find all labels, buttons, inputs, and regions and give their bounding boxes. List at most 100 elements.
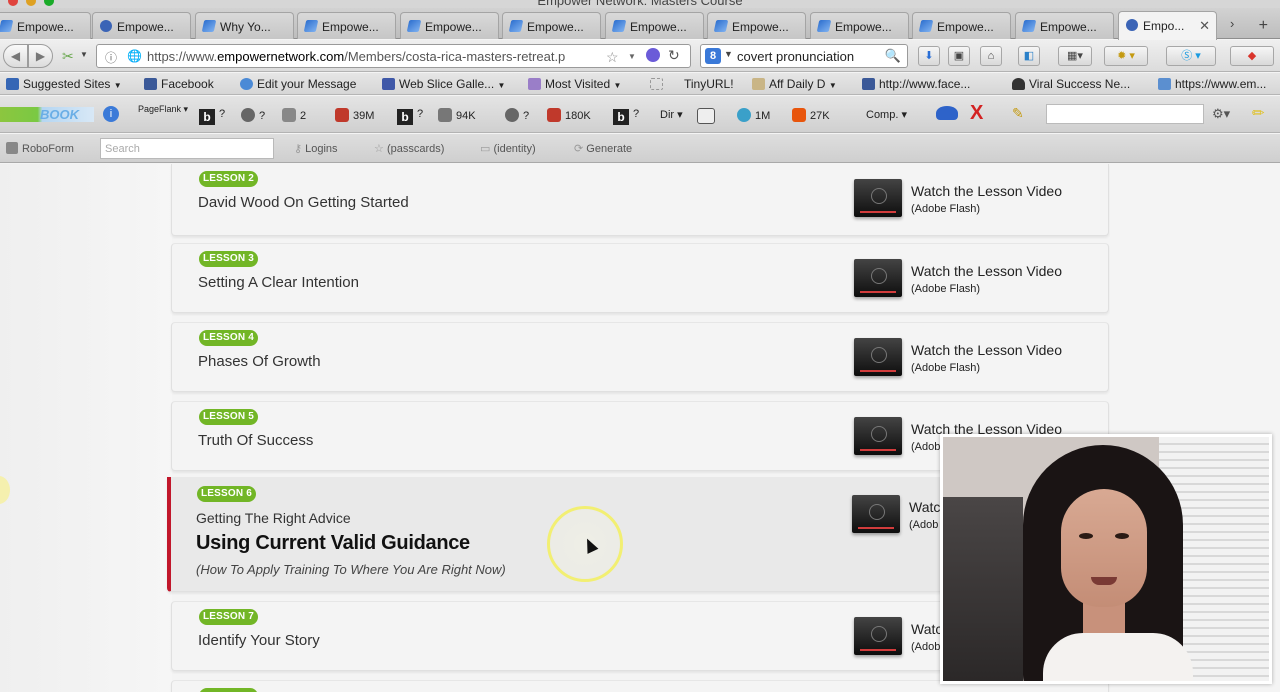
abook-logo[interactable]: BOOK [0,107,94,122]
roboform-search-input[interactable]: Search [100,138,274,159]
tab-9[interactable]: Empowe... [912,12,1011,39]
edit-icon[interactable]: ✎ [1012,105,1024,122]
forward-button[interactable]: ▶ [28,44,53,68]
back-button[interactable]: ◀ [3,44,28,68]
bookmark-aff-daily[interactable]: Aff Daily D ▼ [752,77,837,91]
video-thumbnail-icon[interactable] [854,338,902,376]
stat-compete[interactable]: 1M [737,108,770,122]
stat-alexa[interactable]: 27K [792,108,830,122]
highlighter-icon[interactable]: ✏ [1252,104,1265,122]
watch-lesson-link[interactable]: Watc [911,621,942,637]
gear-icon[interactable]: ✹ ▾ [1104,46,1148,66]
video-thumbnail-icon[interactable] [854,417,902,455]
stat-b-2[interactable]: b? [397,108,423,125]
lesson-row[interactable]: LESSON 2 David Wood On Getting Started W… [171,164,1109,236]
close-tab-icon[interactable]: ✕ [1199,18,1210,34]
google-search-engine-icon[interactable]: 8 [705,48,721,64]
lesson-title[interactable]: Setting A Clear Intention [198,274,359,291]
screen-icon[interactable]: ▣ [948,46,970,66]
bookmark-empower-url[interactable]: https://www.em... [1158,77,1266,91]
bookmark-web-slice-gallery[interactable]: Web Slice Galle... ▼ [382,77,505,91]
bookmark-star-icon[interactable]: ☆ [606,49,619,66]
download-icon[interactable]: ⬇ [918,46,940,66]
stat-b-3[interactable]: b? [613,108,639,125]
tab-5[interactable]: Empowe... [502,12,601,39]
stat-majestic-1[interactable]: 39M [335,108,374,122]
tab-7[interactable]: Empowe... [707,12,806,39]
tab-11-active[interactable]: Empo... ✕ [1118,11,1217,40]
lesson-row[interactable]: LESSON 4 Phases Of Growth Watch the Less… [171,322,1109,392]
hat-icon[interactable] [936,106,958,120]
tab-0[interactable]: Empowe... [0,12,91,39]
bookmark-tinyurl[interactable]: TinyURL! [684,77,734,91]
watch-lesson-link[interactable]: Watch the Lesson Video [911,183,1062,199]
dropdown-arrow-icon[interactable]: ▼ [80,50,88,59]
tab-1[interactable]: Empowe... [92,12,191,39]
tab-10[interactable]: Empowe... [1015,12,1114,39]
roboform-identity[interactable]: ▭ (identity) [480,142,536,155]
b-icon: b [397,109,413,125]
tab-4[interactable]: Empowe... [400,12,499,39]
watch-lesson-link[interactable]: Watch the Lesson Video [911,263,1062,279]
reload-icon[interactable]: ↻ [668,47,680,64]
empower-favicon-icon [406,20,422,32]
skype-icon[interactable]: Ⓢ ▾ [1166,46,1216,66]
tab-3[interactable]: Empowe... [297,12,396,39]
addon-tools-icon[interactable]: ✂ [62,48,74,65]
bookmark-suggested-sites[interactable]: Suggested Sites ▼ [6,77,122,91]
lesson-title[interactable]: Phases Of Growth [198,353,321,370]
new-tab-icon[interactable]: + [1259,17,1268,35]
bookmark-most-visited[interactable]: Most Visited ▼ [528,77,621,91]
stat-b-1[interactable]: b? [199,108,225,125]
bookmark-blank[interactable] [650,77,667,91]
calendar-icon[interactable] [697,108,719,124]
lesson-title[interactable]: Getting The Right Advice [196,510,351,526]
addon-search-input[interactable] [1046,104,1204,124]
addon-blue-icon[interactable]: ◧ [1018,46,1040,66]
bookmark-viral-success[interactable]: Viral Success Ne... [1012,77,1130,91]
video-thumbnail-icon[interactable] [854,617,902,655]
lesson-title[interactable]: Truth Of Success [198,432,313,449]
search-bar[interactable]: 8 ▼ covert pronunciation 🔍 [700,44,908,68]
tab-scroll-right-icon[interactable]: › [1230,16,1234,31]
watch-lesson-link[interactable]: Watch the Lesson Video [911,342,1062,358]
stat-gauge-2[interactable]: ? [505,108,529,122]
watch-lesson-link[interactable]: Watc [909,499,940,515]
video-thumbnail-icon[interactable] [854,179,902,217]
stat-gauge-1[interactable]: ? [241,108,265,122]
stat-majestic-2[interactable]: 180K [547,108,591,122]
empower-favicon-icon [918,20,934,32]
pageflank-menu[interactable]: PageFlank ▾ [138,104,188,115]
home-icon[interactable]: ⌂ [980,46,1002,66]
url-bar[interactable]: ⓘ 🌐 https://www.empowernetwork.com/Membe… [96,44,691,68]
roboform-menu[interactable]: RoboForm [6,142,74,155]
tab-6[interactable]: Empowe... [605,12,704,39]
url-dropdown-icon[interactable]: ▼ [628,52,636,61]
stat-pages[interactable]: 2 [282,108,306,122]
dir-menu[interactable]: Dir ▾ [660,108,683,121]
bookmark-edit-your-message[interactable]: Edit your Message [240,77,356,91]
lesson-title[interactable]: Identify Your Story [198,632,320,649]
video-thumbnail-icon[interactable] [854,259,902,297]
lesson-title[interactable]: David Wood On Getting Started [198,194,409,211]
bookmark-facebook[interactable]: Facebook [144,77,214,91]
bookmark-facebook-url[interactable]: http://www.face... [862,77,970,91]
lesson-row[interactable]: LESSON 3 Setting A Clear Intention Watch… [171,243,1109,313]
addon-circle-icon[interactable] [646,48,660,62]
xhtml-icon[interactable]: X [970,102,983,125]
search-engine-dropdown-icon[interactable]: ▼ [724,49,733,59]
addon-link-icon[interactable]: ⚙▾ [1212,106,1230,122]
tab-2[interactable]: Why Yo... [195,12,294,39]
stat-archive[interactable]: 94K [438,108,476,122]
roboform-passcards[interactable]: ☆ (passcards) [374,142,444,155]
magnifier-icon[interactable]: 🔍 [885,48,901,64]
identity-icon[interactable]: ⓘ [105,49,117,66]
roboform-generate[interactable]: ⟳ Generate [574,142,632,155]
tab-8[interactable]: Empowe... [810,12,909,39]
addon-red-icon[interactable]: ◆ [1230,46,1274,66]
video-thumbnail-icon[interactable] [852,495,900,533]
comp-menu[interactable]: Comp. ▾ [866,108,907,121]
info-icon[interactable]: i [103,106,119,122]
addon-menu-icon[interactable]: ▦▾ [1058,46,1092,66]
roboform-logins[interactable]: ⚷ Logins [294,142,338,155]
